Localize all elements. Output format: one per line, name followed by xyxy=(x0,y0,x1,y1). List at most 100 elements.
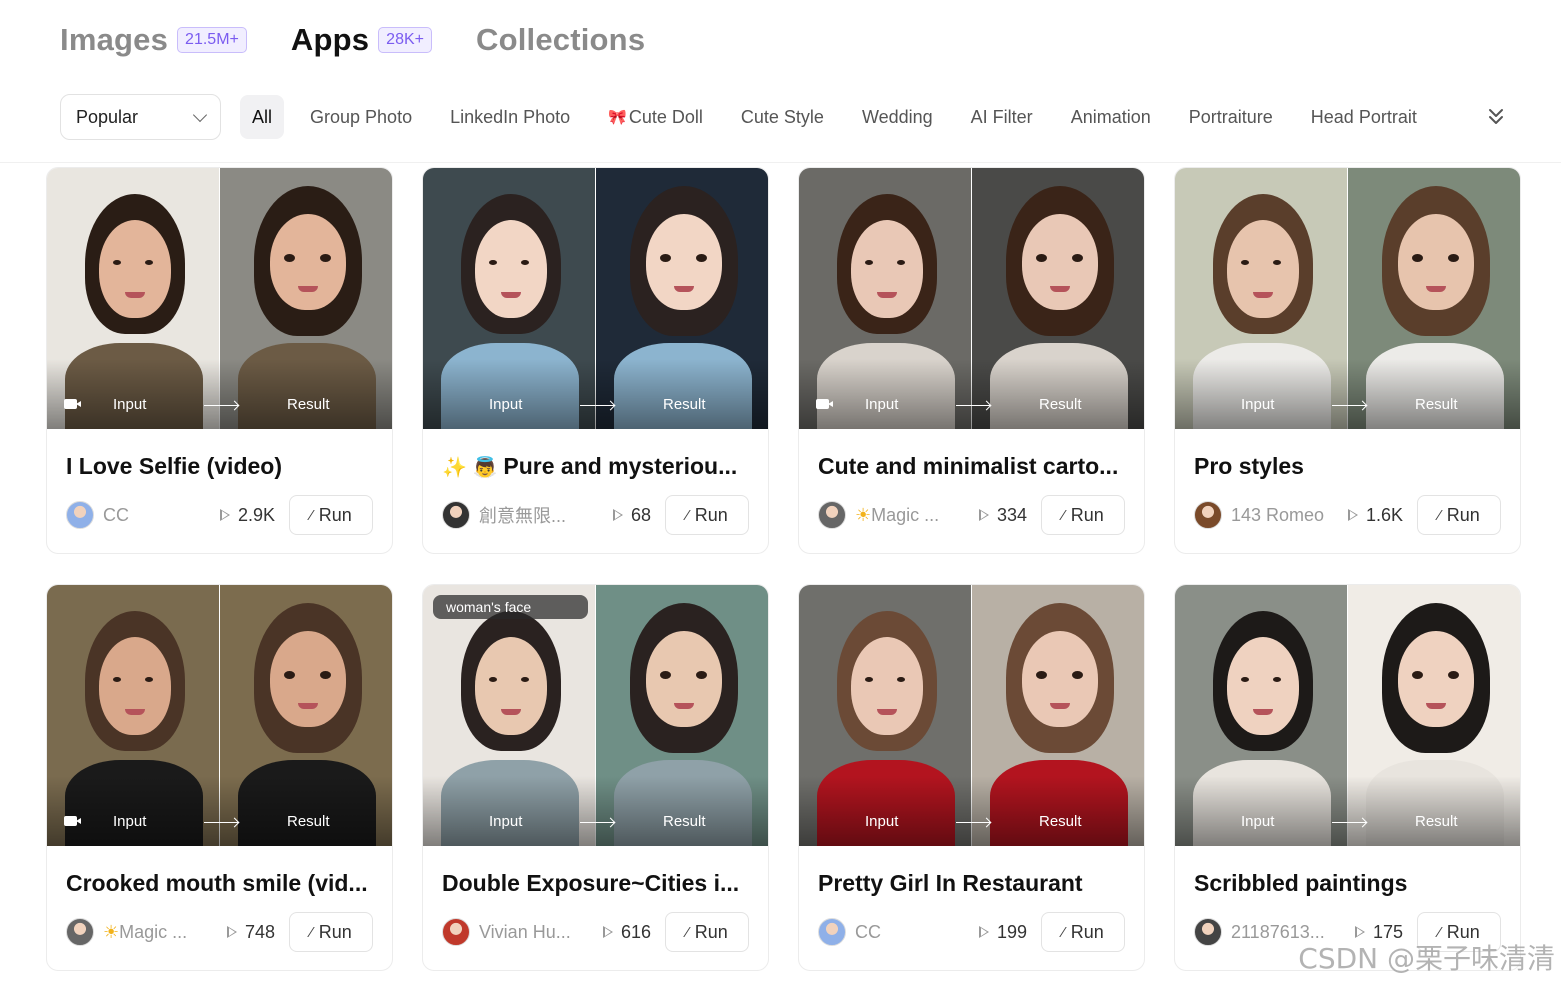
author-name[interactable]: CC xyxy=(855,922,967,943)
run-count-value: 334 xyxy=(996,504,1027,525)
run-count: 199 xyxy=(978,922,1027,943)
category-portraiture[interactable]: Portraiture xyxy=(1177,95,1285,139)
category-head-portrait[interactable]: Head Portrait xyxy=(1299,95,1429,139)
card-title: Pretty Girl In Restaurant xyxy=(799,868,1144,898)
category-ai-filter[interactable]: AI Filter xyxy=(959,95,1045,139)
thumbnail: Input Result woman's face xyxy=(423,585,768,846)
avatar[interactable] xyxy=(442,918,470,946)
card-title-text: Crooked mouth smile (vid... xyxy=(66,870,368,896)
author-name[interactable]: ☀Magic ... xyxy=(855,505,967,526)
tab-collections[interactable]: Collections xyxy=(476,22,645,58)
run-button[interactable]: ⁄ Run xyxy=(1041,495,1125,535)
category-label: Group Photo xyxy=(310,106,413,127)
video-camera-icon xyxy=(64,816,81,826)
input-label: Input xyxy=(865,396,899,413)
tab-apps[interactable]: Apps 28K+ xyxy=(291,22,432,58)
category-label: Animation xyxy=(1070,106,1151,127)
run-button[interactable]: ⁄ Run xyxy=(289,495,373,535)
result-label: Result xyxy=(663,813,706,830)
run-button-label: Run xyxy=(1070,504,1104,525)
magic-wand-icon: ⁄ xyxy=(310,923,313,941)
arrow-right-icon xyxy=(580,822,614,823)
thumbnail-shade xyxy=(1175,359,1520,429)
result-label: Result xyxy=(1415,813,1458,830)
card-title: Scribbled paintings xyxy=(1175,868,1520,898)
category-cute-style[interactable]: Cute Style xyxy=(729,95,836,139)
app-card[interactable]: Input Result ✨ 👼 Pure and mysteriou... 創意… xyxy=(422,167,769,554)
play-icon xyxy=(612,509,623,521)
tab-label: Apps xyxy=(290,22,370,57)
avatar[interactable] xyxy=(1194,918,1222,946)
author-name[interactable]: ☀Magic ... xyxy=(103,922,215,943)
run-count: 68 xyxy=(612,505,651,526)
thumbnail: Input Result xyxy=(799,585,1144,846)
category-label: Portraiture xyxy=(1188,106,1273,127)
result-label: Result xyxy=(287,396,330,413)
card-title: Cute and minimalist carto... xyxy=(799,451,1144,481)
category-wedding[interactable]: Wedding xyxy=(850,95,945,139)
tab-label: Images xyxy=(60,22,169,57)
arrow-right-icon xyxy=(1332,822,1366,823)
category-linkedin-photo[interactable]: LinkedIn Photo xyxy=(438,95,582,139)
category-animation[interactable]: Animation xyxy=(1059,95,1163,139)
prompt-tag: woman's face xyxy=(433,595,588,619)
run-count: 334 xyxy=(978,504,1027,526)
arrow-right-icon xyxy=(956,822,990,823)
avatar[interactable] xyxy=(1194,501,1222,529)
author-name[interactable]: CC xyxy=(103,505,215,526)
magic-wand-icon: ⁄ xyxy=(686,506,689,524)
category-cute-doll[interactable]: 🎀 Cute Doll xyxy=(596,95,715,139)
run-button[interactable]: ⁄ Run xyxy=(289,912,373,952)
run-button[interactable]: ⁄ Run xyxy=(665,495,749,535)
result-label: Result xyxy=(287,813,330,830)
app-card[interactable]: Input Result I Love Selfie (video) CC 2.… xyxy=(46,167,393,554)
magic-wand-icon: ⁄ xyxy=(1062,506,1065,524)
run-button[interactable]: ⁄ Run xyxy=(1417,495,1501,535)
run-count-value: 748 xyxy=(244,921,275,942)
expand-categories-icon[interactable] xyxy=(1482,103,1510,131)
author-name[interactable]: Vivian Hu... xyxy=(479,922,591,943)
card-title-text: Cute and minimalist carto... xyxy=(818,453,1119,479)
avatar[interactable] xyxy=(818,918,846,946)
category-group-photo[interactable]: Group Photo xyxy=(298,95,424,139)
app-card[interactable]: Input Result Pretty Girl In Restaurant C… xyxy=(798,584,1145,971)
magic-wand-icon: ⁄ xyxy=(1438,506,1441,524)
avatar[interactable] xyxy=(442,501,470,529)
play-icon xyxy=(226,926,237,938)
app-card[interactable]: Input Result woman's face Double Exposur… xyxy=(422,584,769,971)
title-emoji: ✨ 👼 xyxy=(442,457,498,479)
card-meta: CC 199 ⁄ Run xyxy=(799,912,1144,952)
bow-icon: 🎀 xyxy=(608,109,627,126)
app-card[interactable]: Input Result Pro styles 143 Romeo 1.6K ⁄… xyxy=(1174,167,1521,554)
sort-select[interactable]: Popular xyxy=(60,94,221,140)
app-card[interactable]: Input Result Scribbled paintings 2118761… xyxy=(1174,584,1521,971)
card-title: Double Exposure~Cities i... xyxy=(423,868,768,898)
run-button[interactable]: ⁄ Run xyxy=(665,912,749,952)
author-text: CC xyxy=(103,504,129,525)
avatar[interactable] xyxy=(818,501,846,529)
author-name[interactable]: 創意無限... xyxy=(479,502,591,528)
category-all[interactable]: All xyxy=(240,95,285,139)
result-label: Result xyxy=(663,396,706,413)
input-label: Input xyxy=(1241,813,1275,830)
tab-label: Collections xyxy=(475,22,646,57)
thumbnail: Input Result xyxy=(799,168,1144,429)
tab-count-badge: 21.5M+ xyxy=(177,27,247,53)
category-label: Cute Style xyxy=(740,106,824,127)
avatar[interactable] xyxy=(66,501,94,529)
run-count-value: 2.9K xyxy=(237,504,275,525)
app-card[interactable]: Input Result Crooked mouth smile (vid...… xyxy=(46,584,393,971)
category-label: Wedding xyxy=(861,106,933,127)
tab-images[interactable]: Images 21.5M+ xyxy=(60,22,247,58)
magic-wand-icon: ⁄ xyxy=(1062,923,1065,941)
video-camera-icon xyxy=(816,399,833,409)
header-divider xyxy=(0,162,1561,163)
author-name[interactable]: 143 Romeo xyxy=(1231,505,1343,526)
app-card[interactable]: Input Result Cute and minimalist carto..… xyxy=(798,167,1145,554)
top-tabs: Images 21.5M+ Apps 28K+ Collections xyxy=(60,22,689,58)
avatar[interactable] xyxy=(66,918,94,946)
card-title-text: I Love Selfie (video) xyxy=(66,453,282,479)
thumbnail-shade xyxy=(423,359,768,429)
run-button[interactable]: ⁄ Run xyxy=(1041,912,1125,952)
arrow-right-icon xyxy=(204,405,238,406)
